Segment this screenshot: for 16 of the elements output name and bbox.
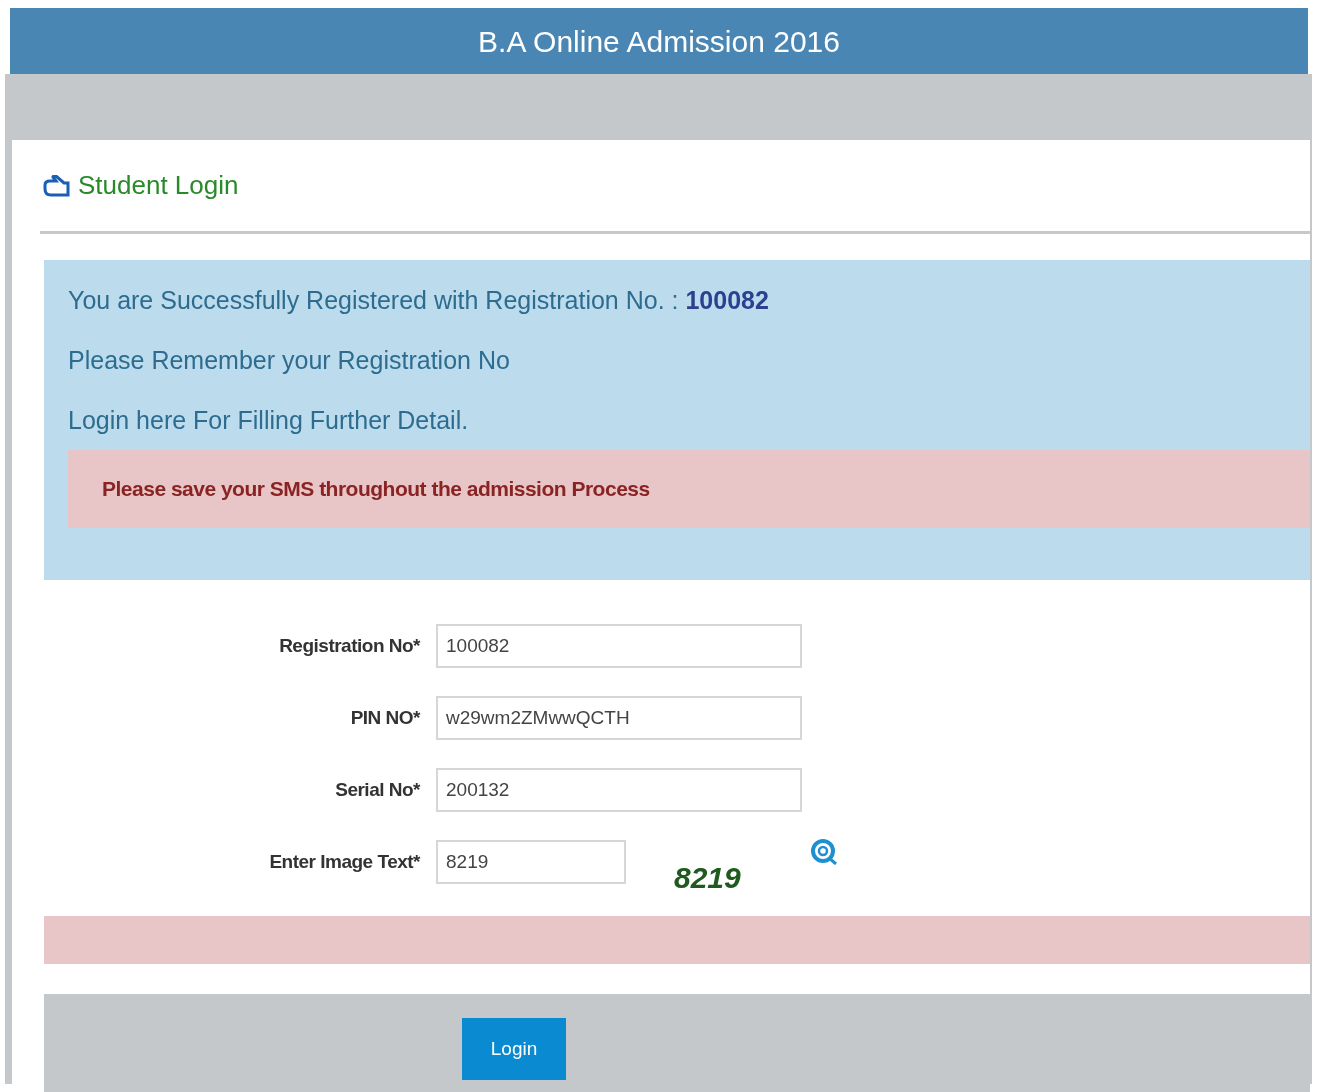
info-message: Please Remember your Registration No: [68, 345, 511, 376]
info-message: Login here For Filling Further Detail.: [68, 405, 470, 436]
field-label: Enter Image Text*: [268, 849, 421, 874]
field-label: Serial No*: [334, 777, 421, 802]
panel-title: Student Login: [78, 169, 239, 202]
info-message: You are Successfully Registered with Registration No. : 100082: [68, 285, 770, 316]
input-field[interactable]: 8219: [436, 840, 626, 884]
field-label: Registration No*: [278, 633, 421, 658]
input-field[interactable]: w29wm2ZMwwQCTH: [436, 696, 802, 740]
alert-message: Please save your SMS throughout the admission Process: [102, 476, 650, 503]
captcha-text: 8219: [674, 859, 741, 896]
login-button[interactable]: Login: [462, 1018, 566, 1080]
input-field[interactable]: 200132: [436, 768, 802, 812]
input-field[interactable]: 100082: [436, 624, 802, 668]
page-title: B.A Online Admission 2016: [478, 23, 840, 60]
field-label: PIN NO*: [349, 705, 421, 730]
